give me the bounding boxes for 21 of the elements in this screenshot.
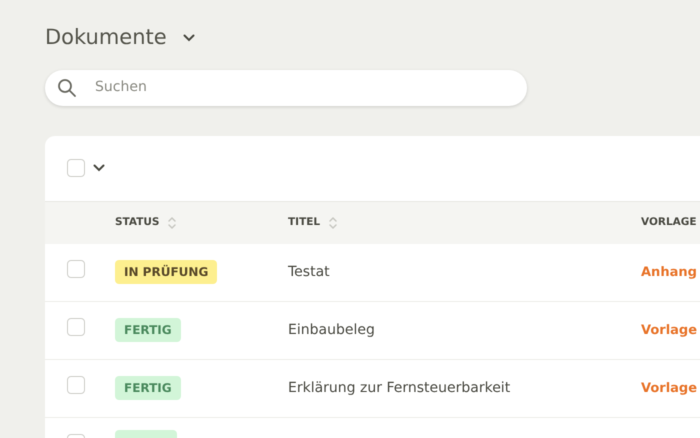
- select-all-checkbox[interactable]: [67, 159, 85, 177]
- row-checkbox[interactable]: [67, 318, 85, 336]
- sortable-column-header[interactable]: TITEL: [288, 214, 320, 230]
- document-title[interactable]: Erklärung zur Fernsteuerbarkeit: [288, 380, 510, 396]
- document-title[interactable]: Testat: [288, 264, 330, 280]
- page-title: Dokumente: [45, 24, 167, 51]
- document-title[interactable]: Einbaubeleg: [288, 322, 375, 338]
- search-field[interactable]: Suchen: [45, 70, 527, 106]
- chevron-down-icon[interactable]: [182, 34, 195, 42]
- sortable-column-header[interactable]: STATUS: [115, 214, 160, 230]
- search-icon: [57, 78, 77, 98]
- status-badge: FERTIG: [115, 318, 181, 342]
- status-badge: FERTIG: [115, 376, 181, 400]
- column-header: VORLAGE: [641, 214, 697, 230]
- search-input[interactable]: Suchen: [93, 76, 515, 99]
- row-checkbox[interactable]: [67, 376, 85, 394]
- sort-icon[interactable]: [167, 214, 178, 230]
- row-checkbox[interactable]: [67, 260, 85, 278]
- sort-icon[interactable]: [328, 214, 338, 230]
- status-badge: IN PRÜFUNG: [115, 260, 218, 284]
- chevron-down-icon[interactable]: [93, 164, 105, 172]
